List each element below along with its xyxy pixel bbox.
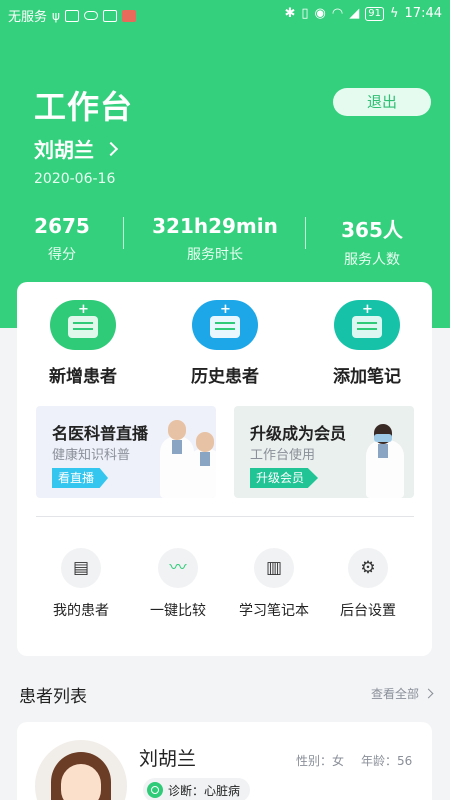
- stat-label: 得分: [48, 247, 76, 263]
- upgrade-member-button[interactable]: 升级会员: [250, 468, 319, 488]
- patient-card[interactable]: 刘胡兰 性别：女 年龄：56 诊断：心脏病: [17, 722, 432, 800]
- doctor-illustration: [188, 432, 216, 498]
- status-bar: 无服务 ψ ✱ ▯ ◉ ◠ ◢ 91 ϟ 17:44: [0, 0, 450, 30]
- patient-history-button[interactable]: + 历史患者: [165, 300, 285, 387]
- workbench-card: + 新增患者 + 历史患者 + 添加笔记 名医科普直播 健康知识科普 看直播 升…: [17, 282, 432, 656]
- eye-icon: ◉: [314, 6, 326, 21]
- chart-icon: 〰: [158, 548, 198, 588]
- app-icon: [64, 9, 79, 22]
- action-label: 历史患者: [191, 367, 259, 387]
- patient-name: 刘胡兰: [139, 748, 197, 770]
- patient-age: 年龄：56: [361, 754, 413, 768]
- diagnosis-badge: 诊断：心脏病: [143, 778, 251, 800]
- user-name: 刘胡兰: [34, 138, 94, 162]
- add-patient-icon: +: [50, 300, 116, 350]
- chevron-right-icon: [423, 688, 434, 699]
- divider: [123, 217, 124, 249]
- battery-icon: 91: [365, 6, 384, 21]
- app-icon: [102, 9, 117, 22]
- nurse-illustration: [366, 424, 404, 498]
- add-patient-button[interactable]: + 新增患者: [23, 300, 143, 387]
- video-icon: [121, 9, 136, 22]
- chevron-right-icon: [103, 141, 119, 156]
- tool-label: 后台设置: [340, 603, 396, 619]
- avatar: [35, 740, 127, 800]
- view-all-label: 查看全部: [370, 687, 419, 701]
- divider: [36, 516, 414, 517]
- banner-subtitle: 健康知识科普: [52, 448, 131, 463]
- study-notebook-button[interactable]: ▥ 学习笔记本: [224, 548, 324, 620]
- banner-title: 名医科普直播: [52, 424, 149, 443]
- action-label: 添加笔记: [333, 367, 401, 387]
- membership-banner[interactable]: 升级成为会员 工作台使用 升级会员: [234, 406, 414, 498]
- carrier-text: 无服务: [8, 10, 48, 25]
- add-note-button[interactable]: + 添加笔记: [307, 300, 427, 387]
- admin-settings-button[interactable]: ⚙ 后台设置: [318, 548, 418, 620]
- diagnosis-text: 诊断：心脏病: [168, 783, 241, 798]
- logout-button[interactable]: 退出: [333, 88, 431, 116]
- stat-score: 2675 得分: [0, 214, 137, 264]
- stat-service-time: 321h29min 服务时长: [140, 214, 290, 264]
- current-date: 2020-06-16: [34, 171, 116, 187]
- banner-subtitle: 工作台使用: [250, 448, 316, 463]
- stat-label: 服务人数: [344, 252, 400, 268]
- patient-list-title: 患者列表: [19, 687, 87, 707]
- bluetooth-icon: ✱: [284, 6, 296, 21]
- notebook-icon: ▥: [254, 548, 294, 588]
- signal-icon: ◢: [349, 6, 360, 21]
- live-science-banner[interactable]: 名医科普直播 健康知识科普 看直播: [36, 406, 216, 498]
- patient-gender: 性别：女: [296, 754, 345, 768]
- action-label: 新增患者: [49, 367, 117, 387]
- tool-label: 一键比较: [150, 603, 206, 619]
- stat-value: 365人: [341, 218, 403, 242]
- tool-label: 学习笔记本: [239, 603, 309, 619]
- stat-value: 321h29min: [152, 214, 278, 238]
- banner-title: 升级成为会员: [250, 424, 347, 443]
- clipboard-check-icon: ▤: [61, 548, 101, 588]
- user-profile-link[interactable]: 刘胡兰: [34, 134, 119, 163]
- watch-live-button[interactable]: 看直播: [52, 468, 109, 488]
- patient-history-icon: +: [192, 300, 258, 350]
- view-all-link[interactable]: 查看全部: [370, 685, 434, 702]
- add-note-icon: +: [334, 300, 400, 350]
- stat-label: 服务时长: [187, 247, 243, 263]
- cloud-icon: [83, 11, 98, 20]
- clock-text: 17:44: [404, 6, 442, 21]
- stat-value: 2675: [34, 214, 90, 238]
- my-patients-button[interactable]: ▤ 我的患者: [31, 548, 131, 620]
- stat-service-count: 365人 服务人数: [297, 214, 447, 269]
- diagnosis-icon: [147, 782, 163, 798]
- tool-label: 我的患者: [53, 603, 109, 619]
- charging-icon: ϟ: [389, 6, 399, 21]
- page-title: 工作台: [34, 88, 134, 126]
- compare-button[interactable]: 〰 一键比较: [128, 548, 228, 620]
- wifi-icon: ◠: [331, 6, 344, 21]
- usb-icon: ψ: [52, 8, 60, 23]
- vibrate-icon: ▯: [301, 6, 309, 21]
- header-background: [0, 0, 450, 328]
- gear-icon: ⚙: [348, 548, 388, 588]
